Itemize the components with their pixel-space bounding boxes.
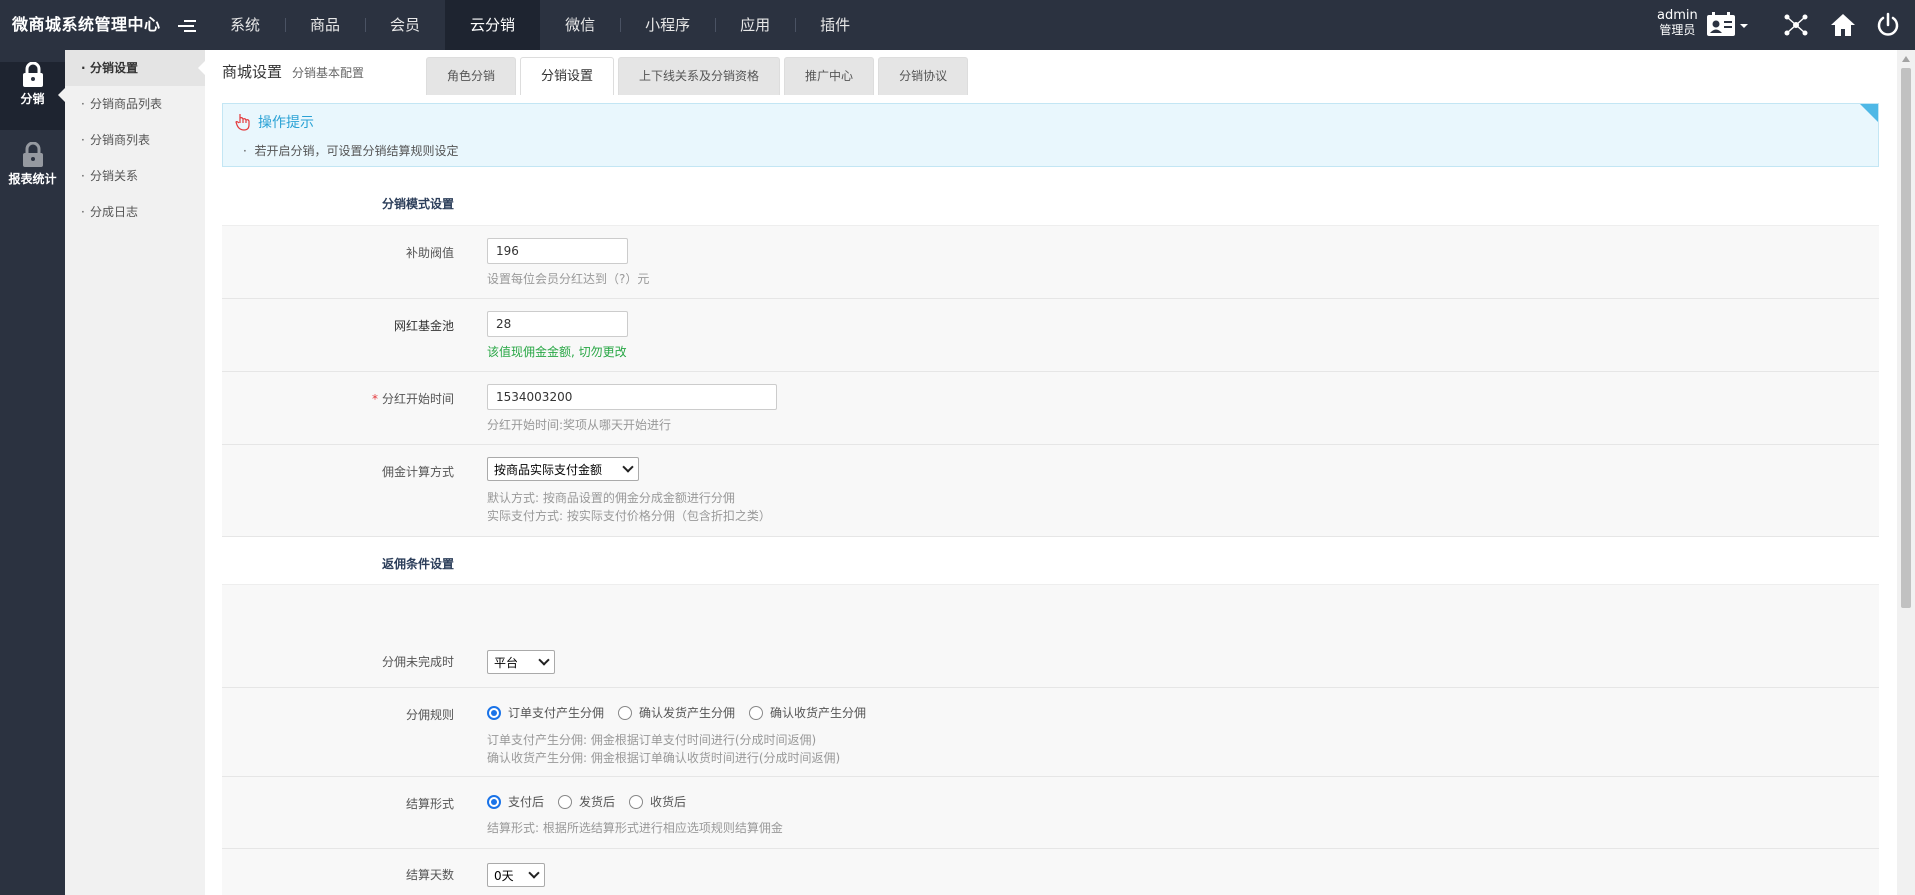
main-content: 商城设置 分销基本配置 角色分销 分销设置 上下线关系及分销资格 推广中心 分销协… [222, 50, 1881, 895]
section-title: 返佣条件设置 [381, 557, 454, 571]
field-label: * 分红开始时间 [371, 392, 454, 406]
section-return-conditions: 返佣条件设置 [222, 537, 1879, 585]
radio-order-paid[interactable]: 订单支付产生分佣 [487, 704, 604, 721]
radio-after-payment[interactable]: 支付后 [487, 793, 544, 810]
field-help: 结算形式: 根据所选结算形式进行相应选项规则结算佣金 [487, 821, 783, 835]
contact-card-icon[interactable] [1706, 12, 1750, 38]
lock-icon [22, 62, 43, 87]
user-role: 管理员 [1659, 23, 1696, 37]
network-icon[interactable] [1783, 12, 1809, 38]
row-settlement-days: 结算天数 0天 [222, 849, 1879, 895]
required-mark: * [371, 392, 378, 406]
rail-label-reports: 报表统计 [8, 172, 57, 186]
breadcrumb: 商城设置 分销基本配置 [222, 61, 364, 82]
field-help: 默认方式: 按商品设置的佣金分成金额进行分佣 实际支付方式: 按实际支付价格分佣（… [487, 491, 771, 523]
topnav-system[interactable]: 系统 [205, 0, 285, 50]
section-title: 分销模式设置 [381, 197, 454, 211]
page-subtitle: 分销基本配置 [292, 66, 365, 80]
field-label: 结算天数 [405, 868, 454, 882]
chevron-down-icon [538, 654, 550, 666]
tip-line: · 若开启分销，可设置分销结算规则设定 [243, 144, 459, 158]
submenu-item-relations[interactable]: 分销关系 [65, 158, 205, 194]
row-settlement-form: 结算形式 支付后 发货后 收货后 结算形式: 根据所选结算形式进行相应选项规则结… [222, 777, 1879, 849]
submenu-item-distributors[interactable]: 分销商列表 [65, 122, 205, 158]
field-label: 分佣规则 [405, 708, 454, 722]
rail-label-distribution: 分销 [20, 92, 45, 106]
page-title: 商城设置 [222, 63, 283, 81]
tab-distribution-agreement[interactable]: 分销协议 [878, 57, 969, 95]
submenu-item-distribution-goods[interactable]: 分销商品列表 [65, 86, 205, 122]
scrollbar-thumb[interactable] [1901, 68, 1911, 608]
tab-distribution-settings[interactable]: 分销设置 [520, 57, 615, 95]
power-icon[interactable] [1875, 12, 1901, 38]
field-label: 补助阀值 [405, 246, 454, 260]
radio-after-shipping[interactable]: 发货后 [558, 793, 615, 810]
topnav-wechat[interactable]: 微信 [540, 0, 620, 50]
influencer-fund-input[interactable] [487, 311, 628, 337]
field-help: 分红开始时间:奖项从哪天开始进行 [487, 418, 672, 432]
chevron-down-icon [528, 867, 540, 879]
rail-item-reports[interactable]: 报表统计 [0, 142, 65, 210]
pointer-hand-icon [235, 114, 250, 131]
menu-toggle-icon[interactable] [178, 17, 196, 33]
submenu-item-commission-log[interactable]: 分成日志 [65, 194, 205, 230]
topnav-member[interactable]: 会员 [365, 0, 445, 50]
row-commission-rule: 分佣规则 订单支付产生分佣 确认发货产生分佣 确认收货产生分佣 订单支付产生分佣… [222, 688, 1879, 777]
chevron-down-icon [622, 461, 634, 473]
row-dividend-start: *分红开始时间 分红开始时间:奖项从哪天开始进行 [222, 372, 1879, 445]
subsidy-threshold-input[interactable] [487, 238, 628, 264]
submenu-item-distribution-settings[interactable]: 分销设置 [65, 50, 205, 86]
radio-received[interactable]: 确认收货产生分佣 [749, 704, 866, 721]
icon-rail: 分销 报表统计 [0, 50, 65, 895]
topnav-cloud-distribution[interactable]: 云分销 [445, 0, 541, 50]
top-nav: 系统 商品 会员 云分销 微信 小程序 应用 插件 [205, 0, 875, 50]
user-name: admin [1657, 8, 1698, 23]
tip-collapse-toggle[interactable] [1860, 104, 1878, 122]
field-label: 分佣未完成时 [381, 655, 454, 669]
topnav-mini-program[interactable]: 小程序 [620, 0, 715, 50]
top-bar: 微商城系统管理中心 系统 商品 会员 云分销 微信 小程序 应用 插件 admi… [0, 0, 1915, 50]
row-commission-calc: 佣金计算方式 按商品实际支付金额 默认方式: 按商品设置的佣金分成金额进行分佣实… [222, 445, 1879, 537]
tab-role-distribution[interactable]: 角色分销 [426, 57, 517, 95]
row-subsidy-threshold: 补助阀值 设置每位会员分红达到（?）元 [222, 226, 1879, 299]
field-label: 佣金计算方式 [381, 465, 454, 479]
field-help: 订单支付产生分佣: 佣金根据订单支付时间进行(分成时间返佣) 确认收货产生分佣: … [487, 733, 841, 765]
row-commission-incomplete: 分佣未完成时 平台 [222, 585, 1879, 688]
user-box[interactable]: admin 管理员 [1657, 8, 1698, 38]
tip-title: 操作提示 [258, 115, 314, 131]
row-influencer-fund: 网红基金池 该值现佣金金额, 切勿更改 [222, 299, 1879, 372]
topnav-goods[interactable]: 商品 [285, 0, 365, 50]
settlement-days-select[interactable]: 0天 [487, 863, 545, 887]
page-scrollbar[interactable] [1897, 50, 1915, 895]
radio-shipped[interactable]: 确认发货产生分佣 [618, 704, 735, 721]
radio-after-receipt[interactable]: 收货后 [629, 793, 686, 810]
field-help: 设置每位会员分红达到（?）元 [487, 272, 650, 286]
tab-promotion-center[interactable]: 推广中心 [784, 57, 875, 95]
app-title: 微商城系统管理中心 [12, 15, 161, 34]
commission-calc-select[interactable]: 按商品实际支付金额 [487, 457, 639, 481]
rail-item-distribution[interactable]: 分销 [0, 62, 65, 130]
topnav-plugins[interactable]: 插件 [795, 0, 875, 50]
lock-icon [22, 142, 43, 167]
section-distribution-mode: 分销模式设置 [222, 177, 1879, 226]
operation-tip: 操作提示 · 若开启分销，可设置分销结算规则设定 [222, 103, 1879, 167]
dividend-start-input[interactable] [487, 384, 777, 410]
field-label: 网红基金池 [393, 319, 454, 333]
field-help: 该值现佣金金额, 切勿更改 [487, 345, 627, 359]
home-icon[interactable] [1830, 12, 1856, 38]
tab-bar: 角色分销 分销设置 上下线关系及分销资格 推广中心 分销协议 [426, 57, 972, 95]
topnav-apps[interactable]: 应用 [715, 0, 795, 50]
tab-relations-qualification[interactable]: 上下线关系及分销资格 [618, 57, 781, 95]
submenu: 分销设置 分销商品列表 分销商列表 分销关系 分成日志 [65, 50, 205, 895]
scroll-up-arrow-icon[interactable] [1902, 56, 1910, 62]
field-label: 结算形式 [405, 797, 454, 811]
commission-incomplete-select[interactable]: 平台 [487, 650, 555, 674]
